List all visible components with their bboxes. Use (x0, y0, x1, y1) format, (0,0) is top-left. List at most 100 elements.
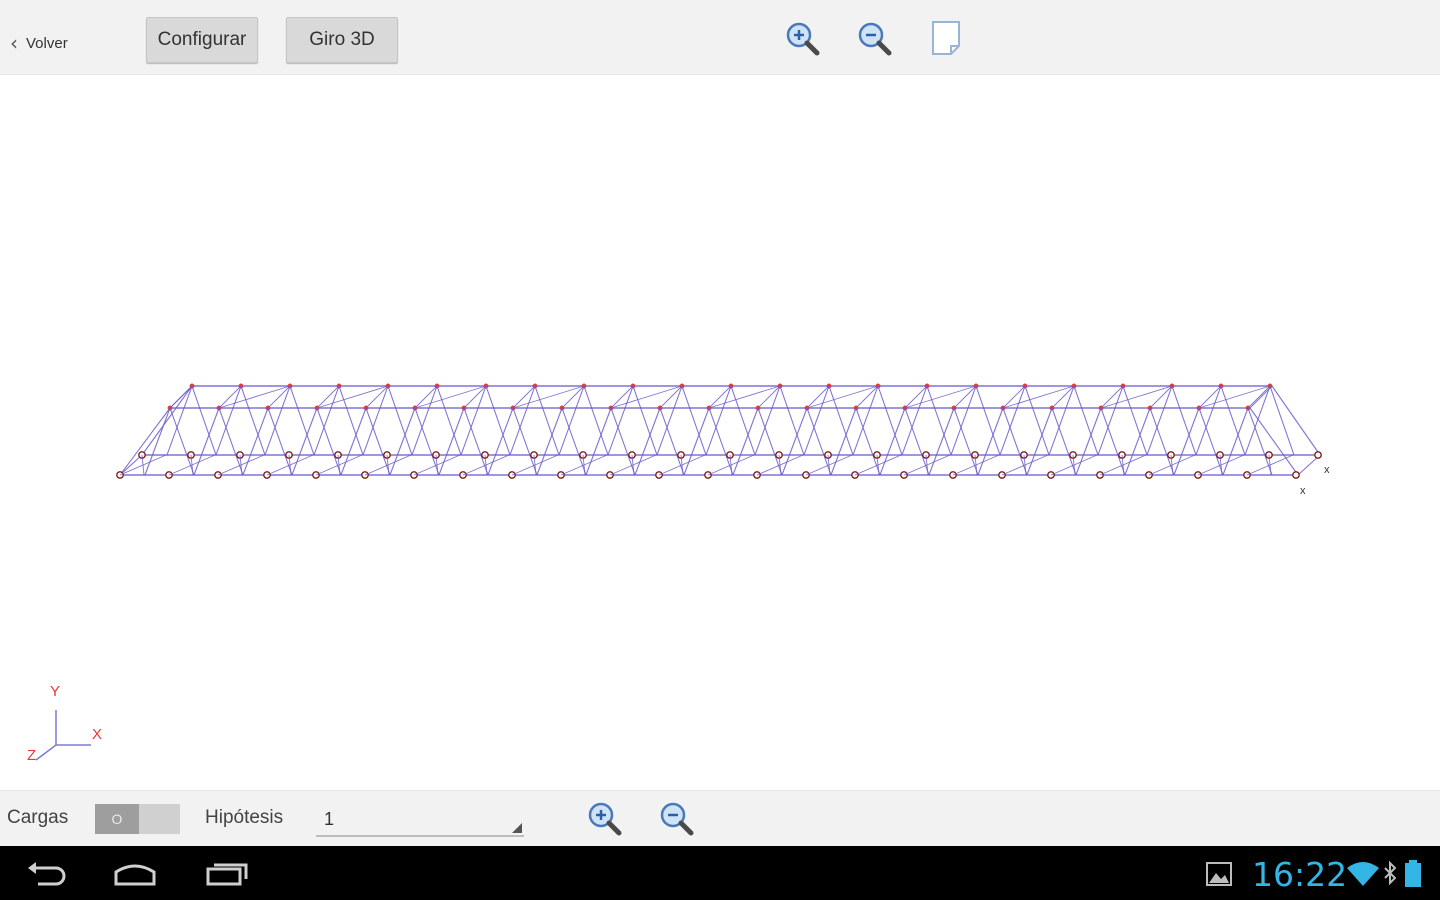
truss-member (436, 385, 462, 456)
truss-member (781, 407, 808, 476)
truss-member (1024, 385, 1050, 456)
truss-member (681, 385, 707, 456)
truss-member (218, 407, 244, 476)
hypothesis-value: 1 (324, 809, 335, 829)
truss-member (561, 407, 587, 476)
truss-member (953, 407, 979, 476)
truss-member (169, 407, 195, 476)
hypothesis-spinner[interactable]: 1 (316, 803, 524, 837)
truss-member (585, 407, 612, 476)
truss-member (901, 385, 928, 456)
truss-member (1002, 407, 1028, 476)
truss-member (460, 385, 487, 456)
truss-member (1249, 407, 1299, 476)
truss-member (904, 407, 930, 476)
back-button[interactable]: ‹ Volver (10, 28, 68, 58)
rotate-3d-button[interactable]: Giro 3D (286, 17, 398, 63)
truss-member (242, 407, 269, 476)
battery-icon (1405, 860, 1421, 887)
truss-member (828, 385, 854, 456)
truss-member (264, 385, 291, 456)
truss-member (779, 385, 805, 456)
truss-member (632, 385, 658, 456)
node-marker-label: x (1324, 464, 1330, 476)
truss-member (659, 407, 685, 476)
status-clock: 16:22 (1252, 855, 1348, 894)
truss-member (191, 385, 217, 456)
truss-member (607, 385, 634, 456)
recent-apps-icon[interactable] (204, 860, 250, 888)
truss-member (1198, 407, 1224, 476)
truss-member (1173, 407, 1200, 476)
truss-member (289, 385, 315, 456)
truss-member (169, 385, 193, 409)
truss-member (1124, 407, 1151, 476)
truss-member (705, 385, 732, 456)
z-axis-line (35, 744, 57, 761)
truss-member (438, 407, 465, 476)
truss-member (534, 385, 560, 456)
truss-member (806, 407, 832, 476)
truss-member (166, 385, 193, 456)
truss-member (928, 407, 955, 476)
truss-member (879, 407, 906, 476)
truss-member (267, 407, 293, 476)
loads-toggle[interactable]: O (95, 804, 180, 834)
truss-member (558, 385, 585, 456)
zoom-out-icon[interactable] (856, 20, 894, 58)
truss-member (340, 407, 367, 476)
truss-node (1314, 451, 1322, 459)
page-icon[interactable] (928, 18, 964, 58)
truss-member (144, 407, 171, 476)
truss-member (313, 385, 340, 456)
truss-member (1122, 385, 1148, 456)
truss-member (1073, 385, 1099, 456)
truss-member (877, 385, 903, 456)
gallery-icon (1206, 862, 1232, 886)
truss-member (754, 385, 781, 456)
bluetooth-icon (1384, 860, 1397, 886)
truss-member (1146, 385, 1173, 456)
truss-member (656, 385, 683, 456)
truss-member (977, 407, 1004, 476)
y-axis-label: Y (50, 683, 60, 700)
node-marker-label: x (1300, 485, 1306, 497)
truss-member (803, 385, 830, 456)
truss-member (999, 385, 1026, 456)
truss-node (1292, 471, 1300, 479)
truss-member (1171, 385, 1197, 456)
truss-member (141, 385, 193, 456)
zoom-in-icon[interactable] (784, 20, 822, 58)
truss-member (1100, 407, 1126, 476)
truss-member (1269, 385, 1295, 456)
structure-canvas[interactable]: x x Y X Z (0, 75, 1440, 790)
truss-structure (116, 383, 1322, 479)
truss-member (1048, 385, 1075, 456)
truss-member (757, 407, 783, 476)
truss-member (362, 385, 389, 456)
truss-member (926, 385, 952, 456)
truss-member (389, 407, 416, 476)
hypothesis-label: Hipótesis (205, 807, 284, 828)
truss-member (291, 407, 318, 476)
truss-member (1222, 407, 1249, 476)
top-toolbar: ‹ Volver Configurar Giro 3D (0, 0, 1440, 75)
truss-member (316, 407, 342, 476)
configure-button[interactable]: Configurar (146, 17, 258, 63)
truss-member (610, 407, 636, 476)
zoom-out-icon[interactable] (658, 800, 696, 838)
truss-member (583, 385, 609, 456)
truss-member (463, 407, 489, 476)
loads-toggle-knob: O (95, 804, 139, 834)
zoom-in-icon[interactable] (586, 800, 624, 838)
back-nav-icon[interactable] (24, 860, 68, 888)
z-axis-label: Z (27, 747, 36, 764)
truss-member (411, 385, 438, 456)
system-nav-bar (0, 846, 1440, 900)
truss-member (414, 407, 440, 476)
truss-member (485, 385, 511, 456)
truss-member (1271, 385, 1321, 456)
truss-member (512, 407, 538, 476)
truss-member (119, 407, 171, 476)
home-nav-icon[interactable] (112, 860, 158, 888)
